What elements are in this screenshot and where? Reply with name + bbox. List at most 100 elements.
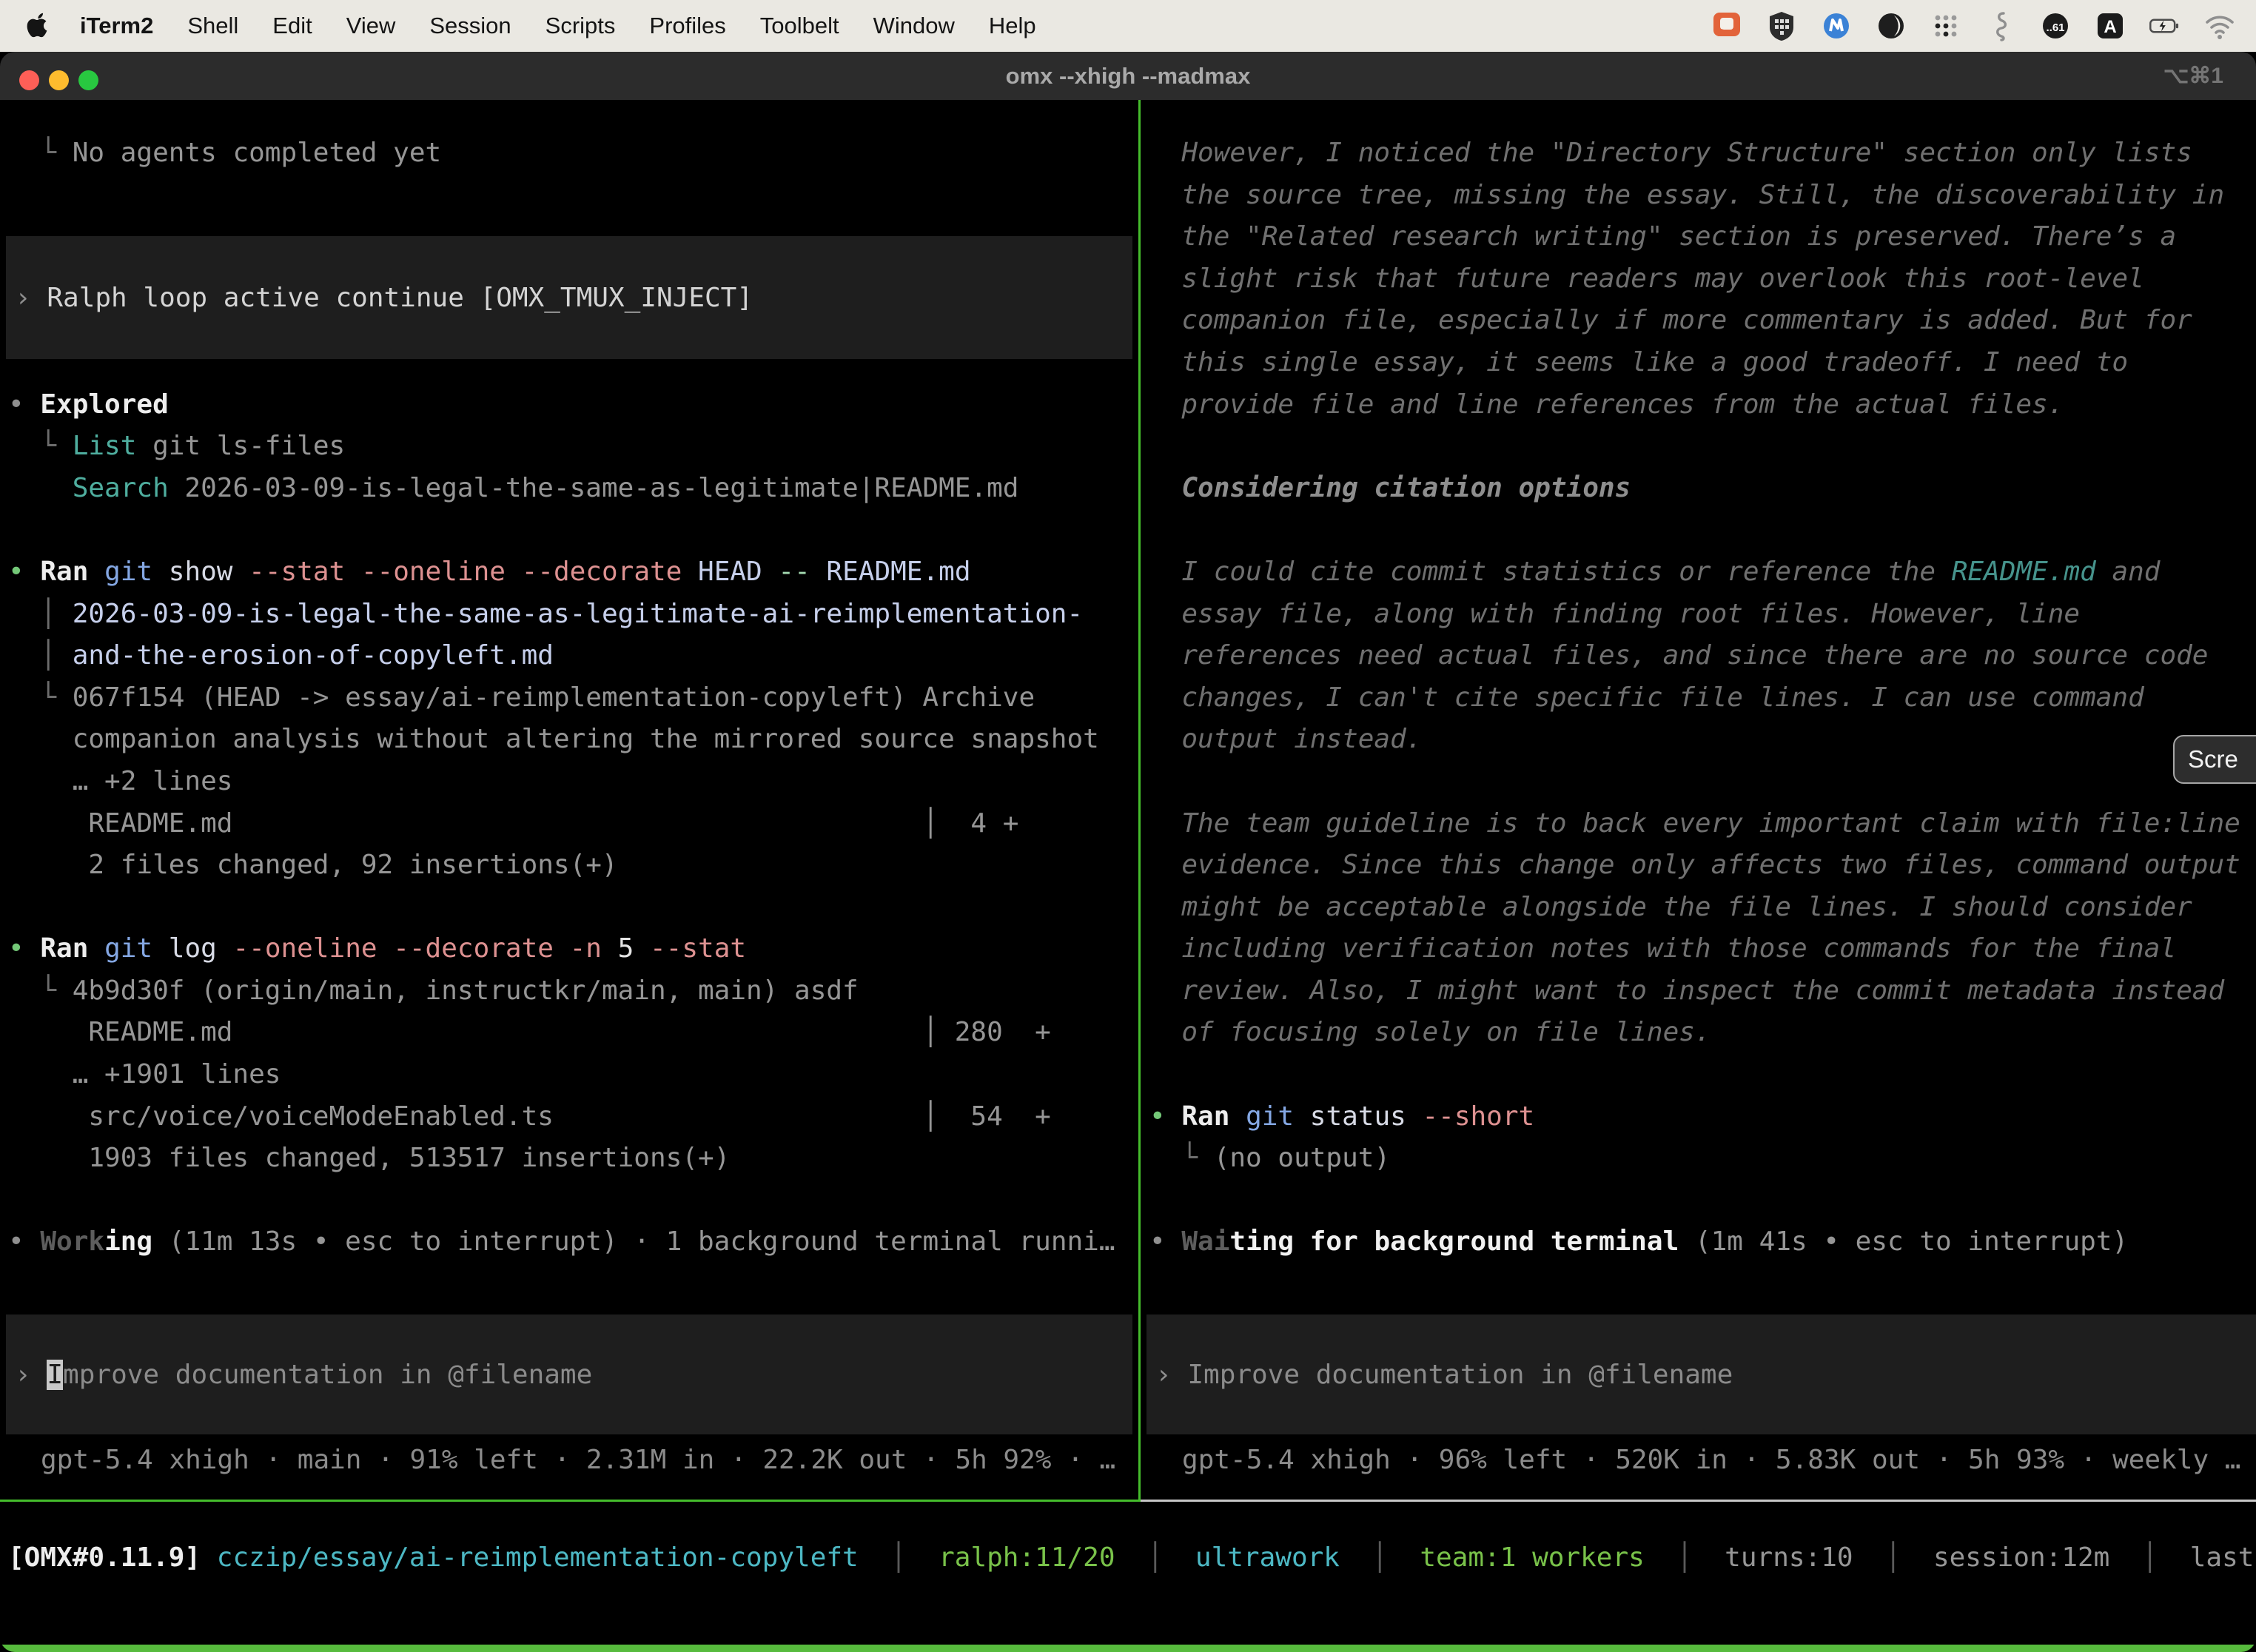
right-pane-line-21: of focusing solely on file lines. (1149, 1012, 2256, 1054)
right-pane-input-line[interactable]: › Improve documentation in @filename (1155, 1314, 1733, 1434)
menu-item-help[interactable]: Help (989, 13, 1036, 39)
menu-item-session[interactable]: Session (429, 13, 511, 39)
chevron-prompt-icon: › (15, 283, 31, 313)
left-pane-input[interactable]: › Improve documentation in @filename (6, 1314, 1132, 1434)
right-pane-line-9 (1149, 509, 2256, 551)
left-pane-line-24: 1903 files changed, 513517 insertions(+) (8, 1138, 1138, 1180)
letter-a-icon[interactable]: A (2093, 9, 2127, 43)
menu-item-scripts[interactable]: Scripts (545, 13, 616, 39)
right-pane-line-6: provide file and line references from th… (1149, 384, 2256, 426)
left-pane-line-0: └ No agents completed yet (8, 132, 1138, 175)
menu-item-profiles[interactable]: Profiles (649, 13, 725, 39)
chevron-prompt-icon: › (1155, 1360, 1187, 1390)
left-pane-line-11: │ 2026-03-09-is-legal-the-same-as-legiti… (8, 594, 1138, 636)
tmux-inactive-pane-bottom-border (1141, 1500, 2256, 1502)
omx-status-segment-6: │ (1340, 1542, 1420, 1573)
left-pane-line-1 (8, 175, 1138, 217)
omx-status-segment-3: ralph:11/20 (939, 1542, 1115, 1573)
right-pane-line-5: this single essay, it seems like a good … (1149, 342, 2256, 384)
chevron-prompt-icon: › (15, 1360, 47, 1390)
right-pane-line-3: slight risk that future readers may over… (1149, 258, 2256, 300)
chat-app-icon[interactable] (1710, 9, 1744, 43)
apple-menu-icon[interactable] (27, 13, 49, 39)
menu-item-edit[interactable]: Edit (272, 13, 312, 39)
omx-status-segment-1: cczip/essay/ai-reimplementation-copyleft (201, 1542, 859, 1573)
right-pane-line-14: output instead. (1149, 719, 2256, 761)
left-pane-line-22: … +1901 lines (8, 1054, 1138, 1096)
ralph-inject-banner: › Ralph loop active continue [OMX_TMUX_I… (6, 236, 1132, 359)
wifi-icon[interactable] (2203, 9, 2237, 43)
terminal-area[interactable]: └ No agents completed yet • Explored └ L… (0, 100, 2256, 1652)
dots-grid-icon[interactable] (1929, 9, 1963, 43)
crescent-circle-icon[interactable] (1874, 9, 1908, 43)
menu-item-view[interactable]: View (346, 13, 396, 39)
menu-status-icons: ..61 A (1710, 9, 2237, 43)
svg-text:A: A (2104, 17, 2116, 37)
right-pane-line-1: the source tree, missing the essay. Stil… (1149, 175, 2256, 217)
left-pane-line-19: • Ran git log --oneline --decorate -n 5 … (8, 928, 1138, 970)
right-pane-status-line: gpt-5.4 xhigh · 96% left · 520K in · 5.8… (1182, 1440, 2240, 1481)
left-pane-line-10: • Ran git show --stat --oneline --decora… (8, 551, 1138, 594)
squiggle-icon[interactable] (1984, 9, 2018, 43)
right-pane-line-24: └ (no output) (1149, 1138, 2256, 1180)
omx-status-segment-13: last:5m ago (2190, 1542, 2256, 1573)
menu-item-iterm2[interactable]: iTerm2 (80, 13, 153, 39)
right-pane-line-7 (1149, 426, 2256, 468)
left-pane-line-9 (8, 509, 1138, 551)
right-pane-line-0: However, I noticed the "Directory Struct… (1149, 132, 2256, 175)
input-placeholder: mprove documentation in @filename (63, 1360, 592, 1390)
right-pane-line-12: references need actual files, and since … (1149, 635, 2256, 677)
menu-item-shell[interactable]: Shell (187, 13, 238, 39)
left-pane-line-18 (8, 887, 1138, 929)
omx-status-segment-11: session:12m (1933, 1542, 2109, 1573)
left-pane-input-line[interactable]: › Improve documentation in @filename (15, 1314, 592, 1434)
right-pane-line-10: I could cite commit statistics or refere… (1149, 551, 2256, 594)
right-pane-line-22 (1149, 1054, 2256, 1096)
right-pane-line-19: including verification notes with those … (1149, 928, 2256, 970)
battery-charging-icon[interactable] (2148, 9, 2182, 43)
left-pane-line-20: └ 4b9d30f (origin/main, instructkr/main,… (8, 970, 1138, 1013)
omx-status-segment-9: turns:10 (1725, 1542, 1853, 1573)
omx-status-segment-12: │ (2109, 1542, 2189, 1573)
right-pane-input[interactable]: › Improve documentation in @filename (1147, 1314, 2256, 1434)
screen-overlay-chip-label: Scre (2188, 745, 2238, 773)
blue-badge-icon[interactable] (1819, 9, 1853, 43)
macos-menu-bar: iTerm2 Shell Edit View Session Scripts Profile… (0, 0, 2256, 52)
right-pane-transcript: However, I noticed the "Directory Struct… (1149, 132, 2256, 1263)
menu-item-window[interactable]: Window (873, 13, 955, 39)
left-pane-line-7: └ List git ls-files (8, 426, 1138, 468)
percent-61-badge[interactable]: ..61 (2038, 9, 2072, 43)
right-pane-line-26: • Waiting for background terminal (1m 41… (1149, 1221, 2256, 1263)
input-placeholder: Improve documentation in @filename (1187, 1360, 1733, 1390)
menu-item-toolbelt[interactable]: Toolbelt (760, 13, 839, 39)
left-pane-line-12: │ and-the-erosion-of-copyleft.md (8, 635, 1138, 677)
right-pane-line-17: evidence. Since this change only affects… (1149, 845, 2256, 887)
window-title-bar[interactable]: omx --xhigh --madmax ⌥⌘1 (0, 52, 2256, 100)
omx-status-segment-5: ultrawork (1195, 1542, 1340, 1573)
shield-grid-icon[interactable] (1765, 9, 1799, 43)
screen-overlay-chip[interactable]: Scre (2173, 735, 2256, 784)
left-pane-line-15: … +2 lines (8, 761, 1138, 803)
right-pane-line-8: Considering citation options (1149, 468, 2256, 510)
left-pane-line-8: Search 2026-03-09-is-legal-the-same-as-l… (8, 468, 1138, 510)
left-pane-line-6: • Explored (8, 384, 1138, 426)
left-pane-line-17: 2 files changed, 92 insertions(+) (8, 845, 1138, 887)
right-pane-line-25 (1149, 1180, 2256, 1222)
omx-status-line: [OMX#0.11.9] cczip/essay/ai-reimplementa… (8, 1537, 2256, 1579)
left-pane-line-16: README.md │ 4 + (8, 803, 1138, 845)
right-pane-line-18: might be acceptable alongside the file l… (1149, 887, 2256, 929)
tmux-status-bar: [omx-cczip0:bash* "MacBook-Pro-44.local"… (0, 1645, 2256, 1652)
svg-text:..61: ..61 (2046, 21, 2064, 34)
left-pane-line-25 (8, 1180, 1138, 1222)
ralph-inject-text: › Ralph loop active continue [OMX_TMUX_I… (15, 236, 753, 359)
omx-status-segment-8: │ (1645, 1542, 1725, 1573)
right-pane-line-15 (1149, 761, 2256, 803)
tmux-active-pane-bottom-border (0, 1500, 1141, 1502)
right-pane-line-20: review. Also, I might want to inspect th… (1149, 970, 2256, 1013)
omx-status-segment-2: │ (859, 1542, 939, 1573)
right-pane-line-2: the "Related research writing" section i… (1149, 216, 2256, 258)
iterm2-window: omx --xhigh --madmax ⌥⌘1 └ No agents com… (0, 52, 2256, 1652)
omx-status-segment-0: [OMX#0.11.9] (8, 1542, 201, 1573)
left-pane-status-line: gpt-5.4 xhigh · main · 91% left · 2.31M … (41, 1440, 1115, 1481)
tmux-pane-divider[interactable] (1138, 100, 1141, 1502)
